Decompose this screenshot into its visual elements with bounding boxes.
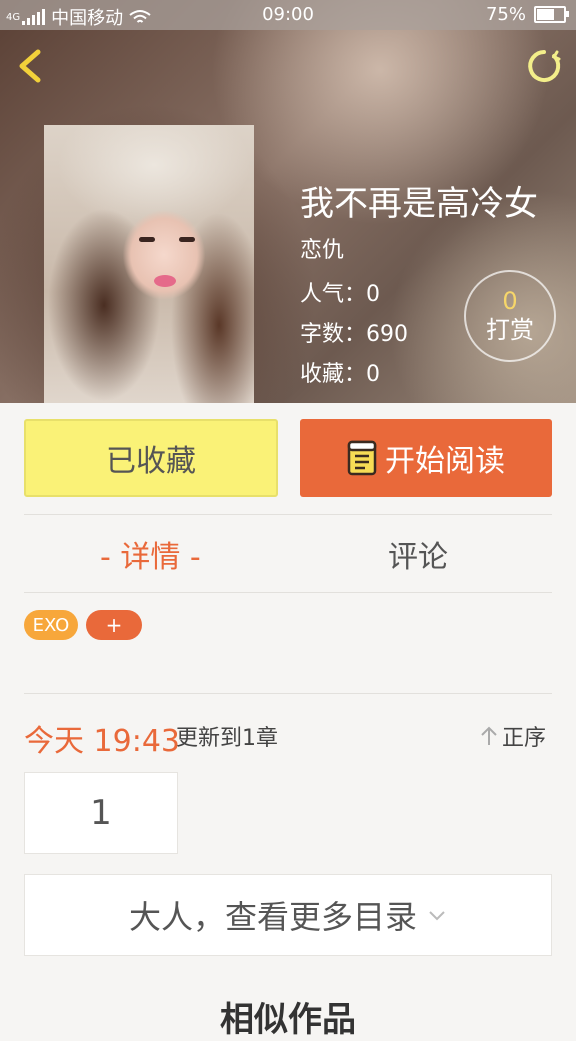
refresh-icon xyxy=(528,50,561,82)
chevron-left-icon xyxy=(19,49,41,83)
sort-order-button[interactable]: 正序 xyxy=(480,720,546,752)
start-reading-button[interactable]: 开始阅读 xyxy=(300,419,552,497)
stat-label: 收藏： xyxy=(300,362,367,387)
favorite-button[interactable]: 已收藏 xyxy=(24,419,278,497)
section-title-similar: 相似作品 xyxy=(220,1000,356,1040)
stat-value: 0 xyxy=(366,282,381,307)
tip-count: 0 xyxy=(502,287,518,315)
chapter-item[interactable]: 1 xyxy=(24,772,178,854)
stat-label: 人气： xyxy=(300,282,367,307)
stat-word-count: 字数：690 xyxy=(300,316,408,348)
battery-level xyxy=(537,9,554,20)
sort-order-label: 正序 xyxy=(502,726,547,751)
status-bar: 4G 中国移动 09:00 75% xyxy=(0,0,576,30)
tip-button[interactable]: 0 打赏 xyxy=(464,270,556,362)
cover-detail xyxy=(154,275,176,287)
tab-comment[interactable]: 评论 xyxy=(388,532,448,576)
update-status: 更新到1章 xyxy=(176,726,278,751)
back-button[interactable] xyxy=(10,46,50,86)
start-reading-label: 开始阅读 xyxy=(385,444,505,479)
stat-popularity: 人气：0 xyxy=(300,276,380,308)
add-tag-button[interactable]: + xyxy=(86,610,142,640)
divider xyxy=(24,693,552,694)
stat-favorites: 收藏：0 xyxy=(300,356,380,388)
tip-label: 打赏 xyxy=(486,316,534,344)
divider xyxy=(24,514,552,515)
more-catalog-button[interactable]: 大人，查看更多目录 xyxy=(24,874,552,956)
book-cover-image xyxy=(44,125,254,403)
stat-value: 690 xyxy=(366,322,409,347)
refresh-button[interactable] xyxy=(524,46,564,86)
cover-detail xyxy=(139,237,155,242)
battery-percent: 75% xyxy=(485,4,526,25)
book-title: 我不再是高冷女 xyxy=(300,184,538,224)
tag-chip[interactable]: EXO xyxy=(24,610,78,640)
book-header: 4G 中国移动 09:00 75% 我不再是高冷女 恋仇 人气：0 字数：690… xyxy=(0,0,576,403)
more-catalog-label: 大人，查看更多目录 xyxy=(128,898,417,936)
book-icon xyxy=(347,440,377,476)
divider xyxy=(24,592,552,593)
cover-detail xyxy=(179,237,195,242)
battery-icon xyxy=(534,6,569,23)
stat-value: 0 xyxy=(366,362,381,387)
chevron-down-icon xyxy=(429,911,445,921)
favorite-label: 已收藏 xyxy=(106,444,196,479)
stat-label: 字数： xyxy=(300,322,367,347)
book-author: 恋仇 xyxy=(300,238,345,263)
arrow-up-icon xyxy=(481,726,497,745)
update-time: 今天 19:43 xyxy=(24,724,180,759)
tab-detail[interactable]: - 详情 - xyxy=(100,532,201,576)
